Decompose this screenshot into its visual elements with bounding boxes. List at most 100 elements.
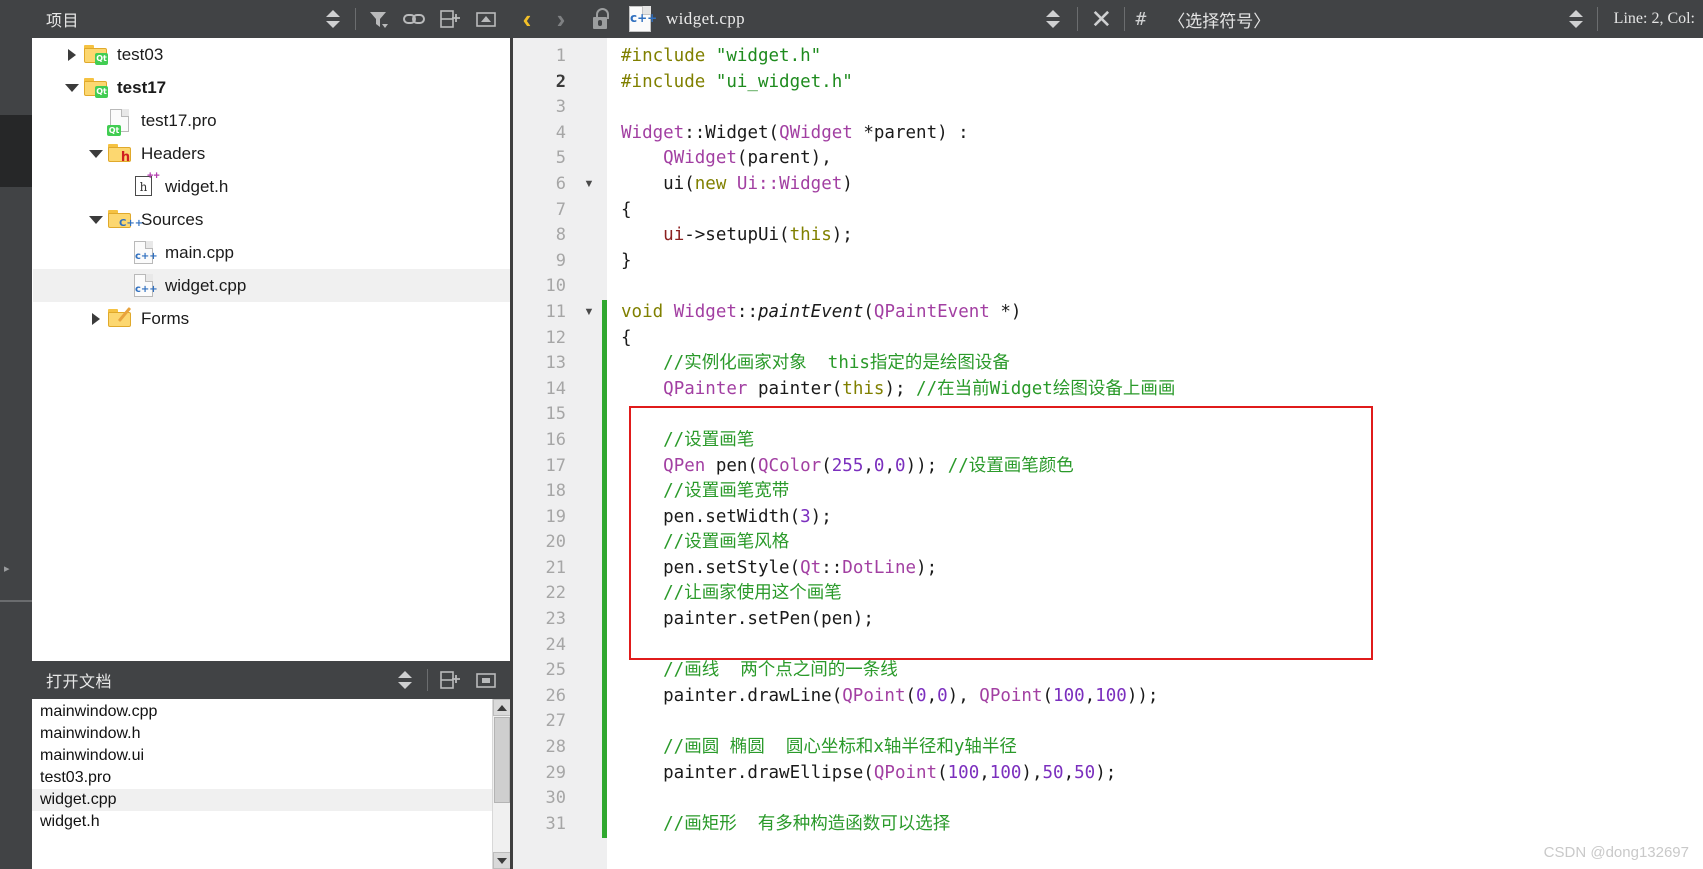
code-line[interactable]: void Widget::paintEvent(QPaintEvent *)	[621, 300, 1703, 326]
tree-item-test17-pro[interactable]: Qt test17.pro	[33, 104, 510, 137]
line-number: 23	[545, 609, 566, 630]
code-line[interactable]: pen.setStyle(Qt::DotLine);	[621, 556, 1703, 582]
close-split-icon[interactable]	[468, 661, 504, 699]
close-split-icon[interactable]	[468, 0, 504, 38]
code-area[interactable]: 1 2 3 4 5 6 7 8 9 10 11 12 13 14 15 16 17 18 19 20 21 22 23 24 2…	[510, 38, 1703, 869]
expand-arrow-icon[interactable]	[87, 302, 105, 335]
tree-item-widget-cpp[interactable]: c++ widget.cpp	[33, 269, 510, 302]
code-line[interactable]: ui(new Ui::Widget)	[621, 172, 1703, 198]
code-text[interactable]: #include "widget.h" #include "ui_widget.h…	[607, 38, 1703, 869]
line-number: 12	[545, 327, 566, 348]
fold-slot	[576, 249, 602, 275]
editor-toolbar: ‹ › c++ widget.cpp ✕ # 〈选择符号〉 Line: 2, C…	[510, 0, 1703, 38]
opendocs-sync-selector[interactable]	[387, 661, 423, 699]
code-line[interactable]	[621, 786, 1703, 812]
code-line[interactable]: {	[621, 198, 1703, 224]
code-line[interactable]: Widget::Widget(QWidget *parent) :	[621, 121, 1703, 147]
open-document-item[interactable]: widget.cpp	[32, 789, 492, 811]
code-line[interactable]: painter.setPen(pen);	[621, 607, 1703, 633]
sidebar-expander-icon[interactable]: ▸	[4, 562, 14, 576]
fold-marker-icon[interactable]: ▼	[576, 172, 602, 198]
collapse-arrow-icon[interactable]	[87, 203, 105, 236]
collapse-arrow-icon[interactable]	[63, 71, 81, 104]
lock-icon[interactable]	[592, 8, 612, 30]
tree-item-label: test17.pro	[141, 110, 217, 130]
tree-item-sources[interactable]: C++ Sources	[33, 203, 510, 236]
open-documents-list[interactable]: mainwindow.cpp mainwindow.h mainwindow.ui t…	[32, 699, 510, 869]
tree-item-forms[interactable]: Forms	[33, 302, 510, 335]
open-documents-scrollbar[interactable]	[492, 699, 510, 869]
line-number: 5	[555, 148, 566, 169]
tree-item-test03[interactable]: Qt test03	[33, 38, 510, 71]
code-line[interactable]: //让画家使用这个画笔	[621, 581, 1703, 607]
code-line[interactable]	[621, 274, 1703, 300]
code-line[interactable]: //画线 两个点之间的一条线	[621, 658, 1703, 684]
code-line[interactable]	[621, 709, 1703, 735]
code-line[interactable]: //设置画笔	[621, 428, 1703, 454]
editor-file-name[interactable]: widget.cpp	[654, 9, 745, 29]
line-number: 6	[555, 173, 566, 194]
fold-slot	[576, 633, 602, 659]
line-number: 22	[545, 583, 566, 604]
line-number: 29	[545, 762, 566, 783]
line-number: 15	[545, 404, 566, 425]
code-line[interactable]: //画圆 椭圆 圆心坐标和x轴半径和y轴半径	[621, 735, 1703, 761]
open-document-item[interactable]: mainwindow.h	[32, 723, 492, 745]
navigate-back-icon[interactable]: ‹	[510, 0, 544, 38]
project-sync-selector[interactable]	[315, 0, 351, 38]
tree-item-headers[interactable]: h Headers	[33, 137, 510, 170]
open-document-item[interactable]: mainwindow.ui	[32, 745, 492, 767]
filter-icon[interactable]	[360, 0, 396, 38]
open-document-item[interactable]: test03.pro	[32, 767, 492, 789]
split-add-icon[interactable]	[432, 0, 468, 38]
collapse-arrow-icon[interactable]	[87, 137, 105, 170]
code-line[interactable]: //设置画笔宽带	[621, 479, 1703, 505]
code-line[interactable]: }	[621, 249, 1703, 275]
line-number: 7	[555, 199, 566, 220]
close-document-icon[interactable]: ✕	[1084, 0, 1118, 38]
code-line[interactable]: painter.drawEllipse(QPoint(100,100),50,5…	[621, 761, 1703, 787]
line-number: 9	[555, 250, 566, 271]
fold-slot	[576, 658, 602, 684]
code-line[interactable]: pen.setWidth(3);	[621, 505, 1703, 531]
code-line[interactable]: //画矩形 有多种构造函数可以选择	[621, 812, 1703, 838]
line-number: 3	[555, 97, 566, 118]
toolbar-divider	[355, 8, 356, 30]
line-col-indicator: Line: 2, Col:	[1613, 10, 1695, 27]
open-document-item[interactable]: widget.h	[32, 811, 492, 833]
split-add-icon[interactable]	[432, 661, 468, 699]
code-line[interactable]	[621, 633, 1703, 659]
code-line[interactable]: painter.drawLine(QPoint(0,0), QPoint(100…	[621, 684, 1703, 710]
project-panel-title: 项目	[46, 11, 80, 30]
expand-arrow-icon[interactable]	[63, 38, 81, 71]
tree-item-widget-h[interactable]: h ++ widget.h	[33, 170, 510, 203]
symbol-selector[interactable]: 〈选择符号〉	[1150, 7, 1270, 32]
fold-marker-icon[interactable]: ▼	[576, 300, 602, 326]
code-line[interactable]: #include "ui_widget.h"	[621, 70, 1703, 96]
code-line[interactable]: //设置画笔风格	[621, 530, 1703, 556]
fold-marker-column[interactable]: ▼ ▼	[576, 38, 602, 869]
open-document-item[interactable]: mainwindow.cpp	[32, 701, 492, 723]
symbol-selector-updown[interactable]	[1561, 9, 1591, 29]
code-line[interactable]: QPen pen(QColor(255,0,0)); //设置画笔颜色	[621, 454, 1703, 480]
scroll-up-icon[interactable]	[493, 699, 510, 716]
code-line[interactable]: //实例化画家对象 this指定的是绘图设备	[621, 351, 1703, 377]
code-line[interactable]	[621, 402, 1703, 428]
fold-slot	[576, 198, 602, 224]
project-tree[interactable]: Qt test03 Qt test17 Qt test17.pro h Headers h ++ w…	[32, 38, 510, 661]
fold-slot	[576, 581, 602, 607]
link-icon[interactable]	[396, 0, 432, 38]
scrollbar-thumb[interactable]	[494, 717, 510, 803]
fold-slot	[576, 223, 602, 249]
code-line[interactable]	[621, 95, 1703, 121]
code-line[interactable]: {	[621, 326, 1703, 352]
scroll-down-icon[interactable]	[493, 852, 510, 869]
code-line[interactable]: #include "widget.h"	[621, 44, 1703, 70]
tree-item-test17[interactable]: Qt test17	[33, 71, 510, 104]
code-line[interactable]: ui->setupUi(this);	[621, 223, 1703, 249]
file-selector-updown[interactable]	[1035, 9, 1071, 29]
code-line[interactable]: QPainter painter(this); //在当前Widget绘图设备上…	[621, 377, 1703, 403]
tree-item-main-cpp[interactable]: c++ main.cpp	[33, 236, 510, 269]
navigate-forward-icon[interactable]: ›	[544, 0, 578, 38]
code-line[interactable]: QWidget(parent),	[621, 146, 1703, 172]
